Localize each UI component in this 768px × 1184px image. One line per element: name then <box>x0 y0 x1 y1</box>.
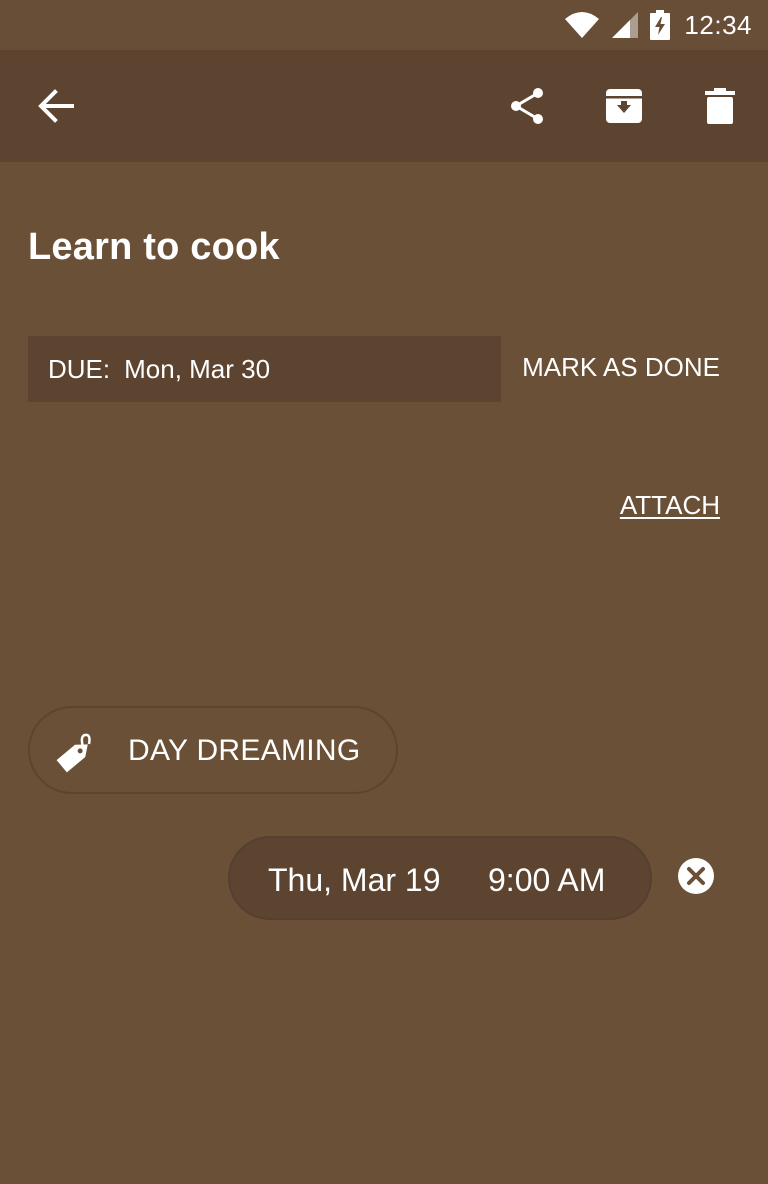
tag-chip[interactable]: DAY DREAMING <box>28 706 398 794</box>
status-icons: 12:34 <box>564 8 752 42</box>
clear-icon <box>677 857 715 900</box>
archive-button[interactable] <box>592 74 656 138</box>
signal-icon <box>610 11 640 39</box>
reminder-chip[interactable]: Thu, Mar 19 9:00 AM <box>228 836 652 920</box>
toolbar <box>0 50 768 162</box>
reminder-date[interactable]: Thu, Mar 19 <box>268 862 441 899</box>
status-clock: 12:34 <box>684 9 752 40</box>
share-icon <box>508 86 548 126</box>
share-button[interactable] <box>496 74 560 138</box>
clear-reminder-button[interactable] <box>672 854 720 902</box>
mark-as-done-button[interactable]: MARK AS DONE <box>522 352 720 383</box>
task-title[interactable]: Learn to cook <box>28 226 280 269</box>
due-date-value: Mon, Mar 30 <box>124 353 271 384</box>
delete-button[interactable] <box>688 74 752 138</box>
tag-label: DAY DREAMING <box>128 734 361 767</box>
wifi-icon <box>564 11 600 39</box>
status-bar: 12:34 <box>0 0 768 50</box>
delete-icon <box>700 86 740 126</box>
back-button[interactable] <box>24 74 88 138</box>
due-label: DUE: <box>48 353 111 384</box>
reminder-time[interactable]: 9:00 AM <box>488 862 605 899</box>
battery-charging-icon <box>650 10 671 40</box>
arrow-back-icon <box>36 86 76 126</box>
archive-icon <box>604 86 644 126</box>
due-date-field[interactable]: DUE: Mon, Mar 30 <box>28 336 501 402</box>
attach-link[interactable]: ATTACH <box>620 490 720 521</box>
tag-icon <box>52 730 96 774</box>
